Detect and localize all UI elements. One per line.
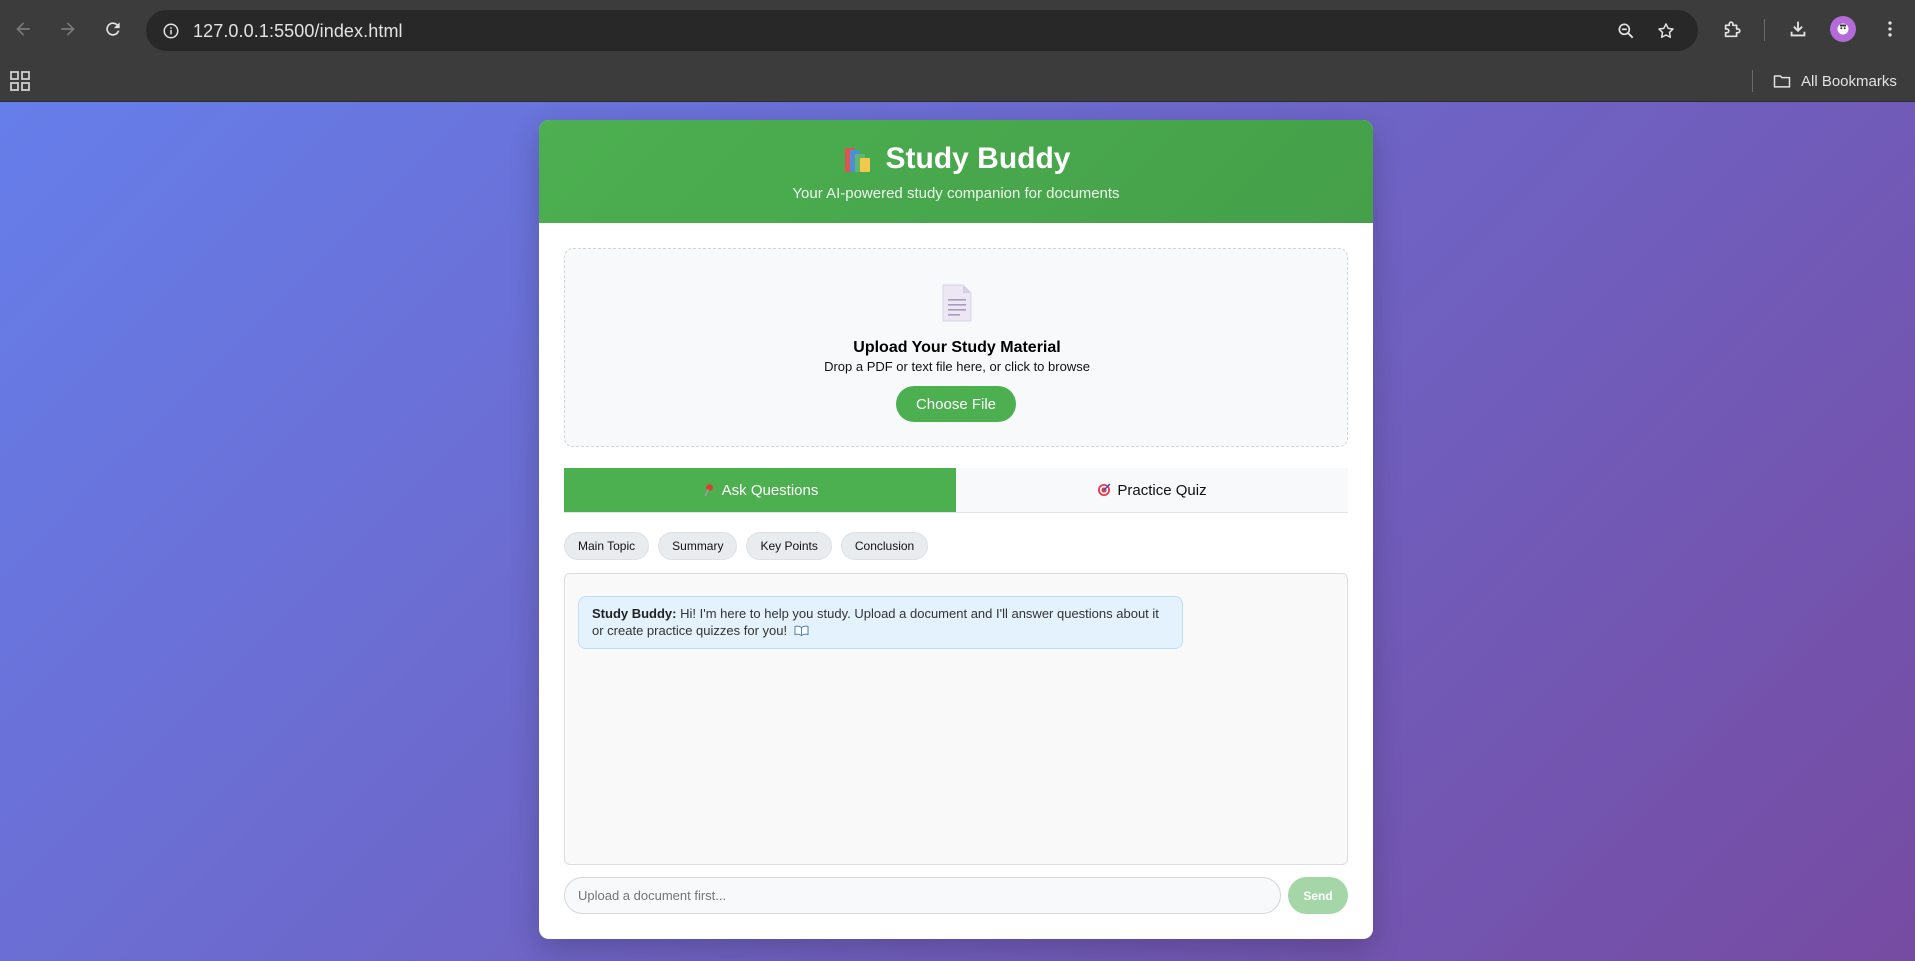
books-icon	[844, 148, 870, 172]
site-info-button[interactable]	[158, 18, 184, 44]
folder-icon	[1773, 75, 1791, 88]
app-subtitle: Your AI-powered study companion for docu…	[792, 185, 1120, 202]
zoom-icon	[1618, 23, 1634, 39]
target-icon	[1098, 483, 1111, 496]
quick-prompt-summary[interactable]: Summary	[658, 532, 738, 560]
app-title: Study Buddy	[885, 142, 1071, 175]
profile-avatar-icon	[1837, 23, 1849, 35]
message-sender: Study Buddy:	[592, 606, 677, 621]
extensions-icon	[1724, 21, 1741, 38]
bookmark-star-button[interactable]	[1651, 16, 1681, 46]
message-text: Hi! I'm here to help you study. Upload a…	[592, 606, 1159, 638]
reload-icon	[106, 22, 120, 36]
forward-arrow-icon	[61, 22, 75, 36]
tab-practice-quiz-label: Practice Quiz	[1117, 481, 1207, 499]
back-arrow-icon	[16, 22, 30, 36]
browser-toolbar: 127.0.0.1:5500/index.html	[0, 0, 1915, 60]
upload-title: Upload Your Study Material	[853, 339, 1061, 356]
quick-prompts: Main Topic Summary Key Points Conclusion	[564, 532, 929, 560]
bookmark-star-icon	[1658, 23, 1674, 38]
quick-prompt-main-topic[interactable]: Main Topic	[564, 532, 650, 560]
open-book-icon	[794, 625, 809, 636]
browser-menu-button[interactable]	[1873, 12, 1907, 46]
reload-button[interactable]	[95, 11, 131, 47]
quick-prompt-conclusion[interactable]: Conclusion	[840, 532, 929, 560]
question-input[interactable]	[564, 877, 1281, 914]
choose-file-button[interactable]: Choose File	[896, 386, 1016, 422]
pin-icon	[704, 484, 713, 497]
assistant-message: Study Buddy: Hi! I'm here to help you st…	[578, 596, 1183, 649]
send-button[interactable]: Send	[1288, 877, 1348, 914]
upload-hint: Drop a PDF or text file here, or click t…	[824, 359, 1090, 374]
mode-tabs: Ask Questions Practice Quiz	[564, 468, 1348, 513]
app-header: Study Buddy Your AI-powered study compan…	[539, 120, 1373, 223]
downloads-button[interactable]	[1781, 12, 1815, 46]
zoom-button[interactable]	[1611, 16, 1641, 46]
extensions-button[interactable]	[1715, 12, 1749, 46]
upload-dropzone[interactable]: Upload Your Study Material Drop a PDF or…	[564, 248, 1348, 447]
bookmarks-bar: All Bookmarks	[0, 60, 1915, 102]
site-info-icon	[163, 23, 179, 39]
all-bookmarks-button[interactable]: All Bookmarks	[1772, 68, 1897, 94]
download-icon	[1790, 21, 1806, 37]
page-viewport: Study Buddy Your AI-powered study compan…	[0, 102, 1915, 961]
all-bookmarks-label: All Bookmarks	[1801, 72, 1897, 90]
address-bar[interactable]: 127.0.0.1:5500/index.html	[146, 10, 1698, 51]
tab-practice-quiz[interactable]: Practice Quiz	[956, 468, 1348, 512]
toolbar-divider	[1764, 19, 1765, 41]
url-text[interactable]: 127.0.0.1:5500/index.html	[193, 21, 403, 42]
quick-prompt-key-points[interactable]: Key Points	[746, 532, 832, 560]
composer: Send	[564, 877, 1348, 914]
app-card: Study Buddy Your AI-powered study compan…	[539, 120, 1373, 939]
title-row: Study Buddy	[539, 142, 1373, 176]
document-icon	[942, 284, 972, 322]
forward-button[interactable]	[50, 11, 86, 47]
tab-ask-questions-label: Ask Questions	[721, 481, 819, 499]
profile-avatar[interactable]	[1830, 16, 1856, 42]
chat-window[interactable]: Study Buddy: Hi! I'm here to help you st…	[564, 573, 1348, 865]
apps-grid-icon[interactable]	[8, 69, 32, 93]
kebab-menu-icon	[1888, 21, 1892, 37]
tab-ask-questions[interactable]: Ask Questions	[564, 468, 956, 512]
bookmarks-divider	[1752, 70, 1753, 92]
back-button[interactable]	[5, 11, 41, 47]
